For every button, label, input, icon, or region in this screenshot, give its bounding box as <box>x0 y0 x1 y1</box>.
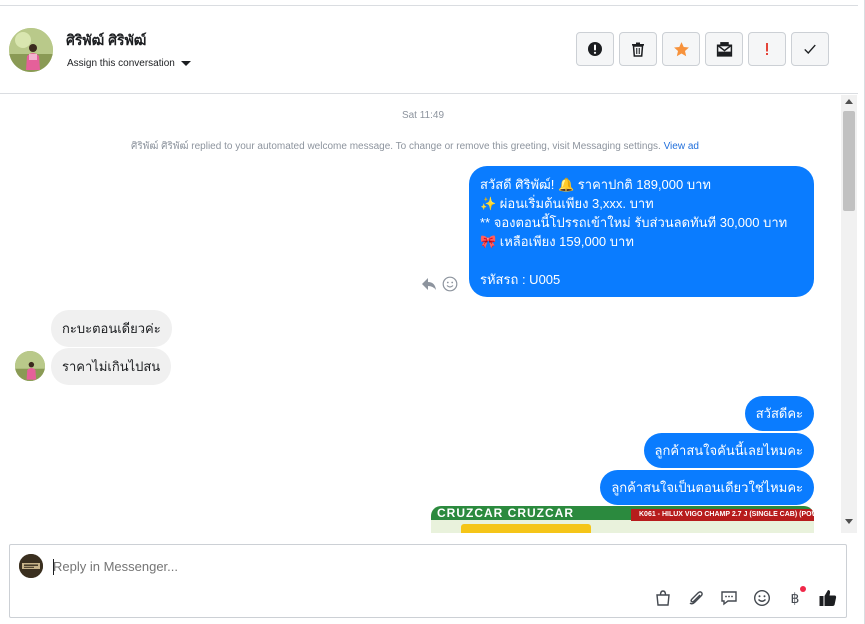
conversation-header: ศิริพัฒ์ ศิริพัฒ์ Assign this conversati… <box>0 6 858 94</box>
envelope-icon <box>716 41 732 57</box>
react-emoji-icon[interactable] <box>442 276 458 292</box>
incoming-message-bubble[interactable]: ราคาไม่เกินไปสน <box>51 348 172 385</box>
view-ad-link[interactable]: View ad <box>664 141 699 152</box>
text-cursor <box>53 559 54 575</box>
image-caption-band: K061 - HILUX VIGO CHAMP 2.7 J (SINGLE CA… <box>631 509 814 521</box>
welcome-line: 🎀 เหลือเพียง 159,000 บาท <box>480 234 634 249</box>
baht-icon[interactable]: ฿ <box>785 586 806 608</box>
reply-input[interactable] <box>53 559 653 574</box>
welcome-notice: ศิริพัฒ์ ศิริพัฒ์ replied to your automa… <box>0 139 830 154</box>
outgoing-message-bubble[interactable]: ลูกค้าสนใจคันนี้เลยไหมคะ <box>643 433 814 468</box>
page-avatar <box>19 554 43 578</box>
outgoing-message-text: ลูกค้าสนใจเป็นตอนเดียวใช่ไหมคะ <box>611 480 803 495</box>
reply-composer: ฿ <box>9 544 847 618</box>
welcome-line: ✨ ผ่อนเริ่มต้นเพียง 3,xxx. บาท <box>480 196 654 211</box>
message-thread[interactable]: Sat 11:49 ศิริพัฒ์ ศิริพัฒ์ replied to y… <box>0 95 840 533</box>
scroll-down-arrow-icon[interactable] <box>841 519 857 529</box>
paperclip-icon[interactable] <box>686 588 706 608</box>
contact-name[interactable]: ศิริพัฒ์ ศิริพัฒ์ <box>66 30 146 52</box>
welcome-line: รหัสรถ : U005 <box>480 272 561 287</box>
thread-scrollbar[interactable] <box>841 95 857 533</box>
caret-down-icon <box>180 61 191 66</box>
welcome-message-bubble[interactable]: สวัสดี ศิริพัฒ์! 🔔 ราคาปกติ 189,000 บาท … <box>469 166 814 297</box>
welcome-line: สวัสดี ศิริพัฒ์! 🔔 ราคาปกติ 189,000 บาท <box>480 177 711 192</box>
welcome-line: ** จองตอนนี้โปรรถเข้าใหม่ รับส่วนลดทันที… <box>480 215 788 230</box>
baht-symbol: ฿ <box>790 589 800 606</box>
composer-toolbar: ฿ <box>653 586 838 608</box>
incoming-message-text: ราคาไม่เกินไปสน <box>62 359 161 374</box>
incoming-message-text: กะบะตอนเดียวค่ะ <box>62 321 161 336</box>
mark-done-button[interactable] <box>791 32 829 66</box>
outgoing-message-text: สวัสดีคะ <box>755 406 803 421</box>
shopping-bag-icon[interactable] <box>653 588 673 608</box>
exclamation-icon <box>766 43 768 55</box>
incoming-message-bubble[interactable]: กะบะตอนเดียวค่ะ <box>51 310 172 347</box>
reply-icon[interactable] <box>420 276 438 292</box>
checkmark-icon <box>804 44 816 54</box>
image-sale-tag <box>461 524 591 533</box>
star-icon <box>673 41 689 56</box>
notification-dot <box>800 586 806 592</box>
scroll-up-arrow-icon[interactable] <box>841 98 857 108</box>
exclamation-circle-icon <box>588 42 602 56</box>
message-hover-actions <box>420 276 458 292</box>
inbox-conversation-panel: ศิริพัฒ์ ศิริพัฒ์ Assign this conversati… <box>0 0 865 624</box>
priority-button[interactable] <box>748 32 786 66</box>
contact-avatar-small <box>15 351 45 381</box>
saved-reply-icon[interactable] <box>719 588 739 608</box>
assign-conversation-dropdown[interactable]: Assign this conversation <box>67 58 191 69</box>
follow-up-button[interactable] <box>662 32 700 66</box>
car-image-attachment[interactable]: CRUZCAR CRUZCAR K061 - HILUX VIGO CHAMP … <box>431 506 814 533</box>
like-icon[interactable] <box>818 588 838 608</box>
outgoing-message-text: ลูกค้าสนใจคันนี้เลยไหมคะ <box>654 443 803 458</box>
assign-label: Assign this conversation <box>67 58 175 69</box>
welcome-notice-text: ศิริพัฒ์ ศิริพัฒ์ replied to your automa… <box>131 141 661 152</box>
emoji-icon[interactable] <box>752 588 772 608</box>
scroll-thumb[interactable] <box>843 111 855 211</box>
outgoing-message-bubble[interactable]: สวัสดีคะ <box>744 396 814 431</box>
welcome-line <box>480 251 803 270</box>
conversation-actions <box>576 32 829 66</box>
contact-avatar[interactable] <box>9 28 53 72</box>
outgoing-message-bubble[interactable]: ลูกค้าสนใจเป็นตอนเดียวใช่ไหมคะ <box>600 470 814 505</box>
image-brand-text: CRUZCAR CRUZCAR <box>437 506 574 520</box>
message-timestamp: Sat 11:49 <box>401 110 445 121</box>
mark-unread-button[interactable] <box>705 32 743 66</box>
trash-icon <box>632 42 644 57</box>
delete-button[interactable] <box>619 32 657 66</box>
mark-spam-button[interactable] <box>576 32 614 66</box>
